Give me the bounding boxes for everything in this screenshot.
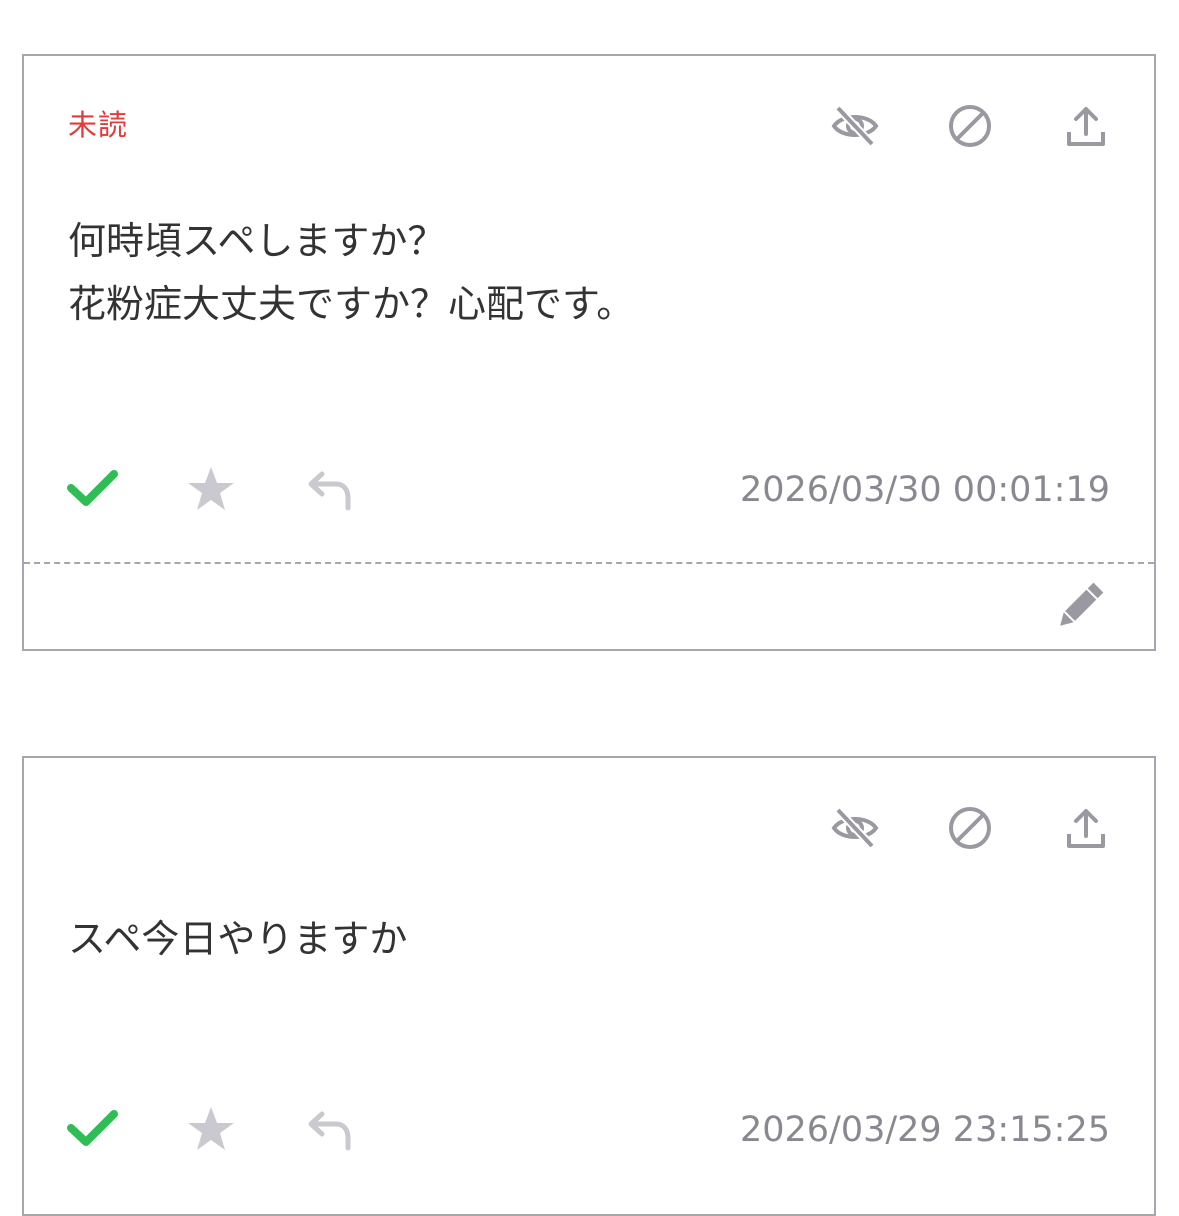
card-actions: 2026/03/30 00:01:19 [24, 464, 1154, 514]
message-timestamp: 2026/03/30 00:01:19 [739, 470, 1110, 510]
card-actions: 2026/03/29 23:15:25 [24, 1104, 1154, 1154]
star-icon[interactable] [184, 464, 238, 514]
reply-icon[interactable] [300, 464, 354, 514]
reply-icon[interactable] [300, 1104, 354, 1154]
hide-icon[interactable] [830, 104, 880, 148]
edit-icon[interactable] [1052, 578, 1108, 634]
message-timestamp: 2026/03/29 23:15:25 [739, 1110, 1110, 1150]
star-icon[interactable] [184, 1104, 238, 1154]
share-icon[interactable] [1061, 806, 1111, 850]
block-icon[interactable] [945, 104, 995, 148]
check-icon[interactable] [66, 464, 120, 514]
message-text: スペ今日やりますか [68, 917, 408, 961]
hide-icon[interactable] [830, 806, 880, 850]
message-card: スペ今日やりますか 2026/03/29 23:15:25 [22, 756, 1156, 1216]
message-text: 何時頃スペしますか？ 花粉症大丈夫ですか？心配です。 [68, 219, 635, 326]
unread-status: 未読 [68, 108, 129, 142]
share-icon[interactable] [1061, 104, 1111, 148]
block-icon[interactable] [945, 806, 995, 850]
message-card: 未読 何時頃スペしますか？ 花粉症大丈夫ですか？心配です。 2026/03/30… [22, 54, 1156, 651]
card-divider [24, 562, 1154, 564]
check-icon[interactable] [66, 1104, 120, 1154]
